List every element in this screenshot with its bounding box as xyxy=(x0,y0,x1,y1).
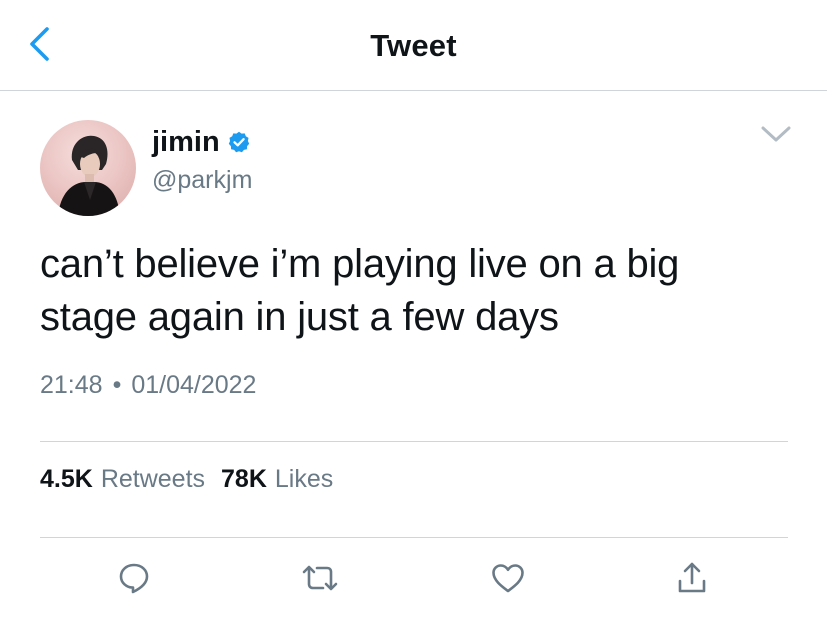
tweet-time: 21:48 xyxy=(40,371,103,399)
share-icon xyxy=(676,561,708,600)
share-button[interactable] xyxy=(670,558,714,602)
author-name[interactable]: jimin xyxy=(152,126,220,159)
top-nav-bar: Tweet xyxy=(0,0,827,91)
divider xyxy=(40,537,788,538)
speech-bubble-icon xyxy=(117,561,151,600)
author-handle[interactable]: @parkjm xyxy=(152,166,252,195)
likes-count: 78K xyxy=(221,465,267,493)
retweets-stat[interactable]: 4.5K Retweets xyxy=(40,465,205,494)
retweet-button[interactable] xyxy=(298,558,342,602)
retweets-label: Retweets xyxy=(100,465,206,493)
tweet-date: 01/04/2022 xyxy=(131,371,257,399)
tweet-action-bar xyxy=(0,558,827,602)
reply-button[interactable] xyxy=(112,558,156,602)
avatar-photo xyxy=(58,135,120,216)
retweet-icon xyxy=(301,562,339,599)
like-button[interactable] xyxy=(486,558,530,602)
likes-stat[interactable]: 78K Likes xyxy=(221,465,333,494)
page-title: Tweet xyxy=(370,28,457,63)
meta-separator: • xyxy=(112,371,122,399)
author-name-row: jimin xyxy=(152,124,250,160)
likes-label: Likes xyxy=(274,465,334,493)
verified-badge-icon xyxy=(228,131,250,153)
more-options-button[interactable] xyxy=(756,122,796,150)
divider xyxy=(40,441,788,442)
tweet-timestamp: 21:48 • 01/04/2022 xyxy=(40,371,256,400)
engagement-stats: 4.5K Retweets 78K Likes xyxy=(40,465,349,494)
retweets-count: 4.5K xyxy=(40,465,93,493)
avatar[interactable] xyxy=(40,120,136,216)
tweet-detail-screen: Tweet jimin @parkjm can’t believe i’m pl… xyxy=(0,0,827,618)
tweet-text: can’t believe i’m playing live on a big … xyxy=(40,242,680,339)
chevron-down-icon xyxy=(760,125,792,148)
heart-icon xyxy=(490,562,526,599)
